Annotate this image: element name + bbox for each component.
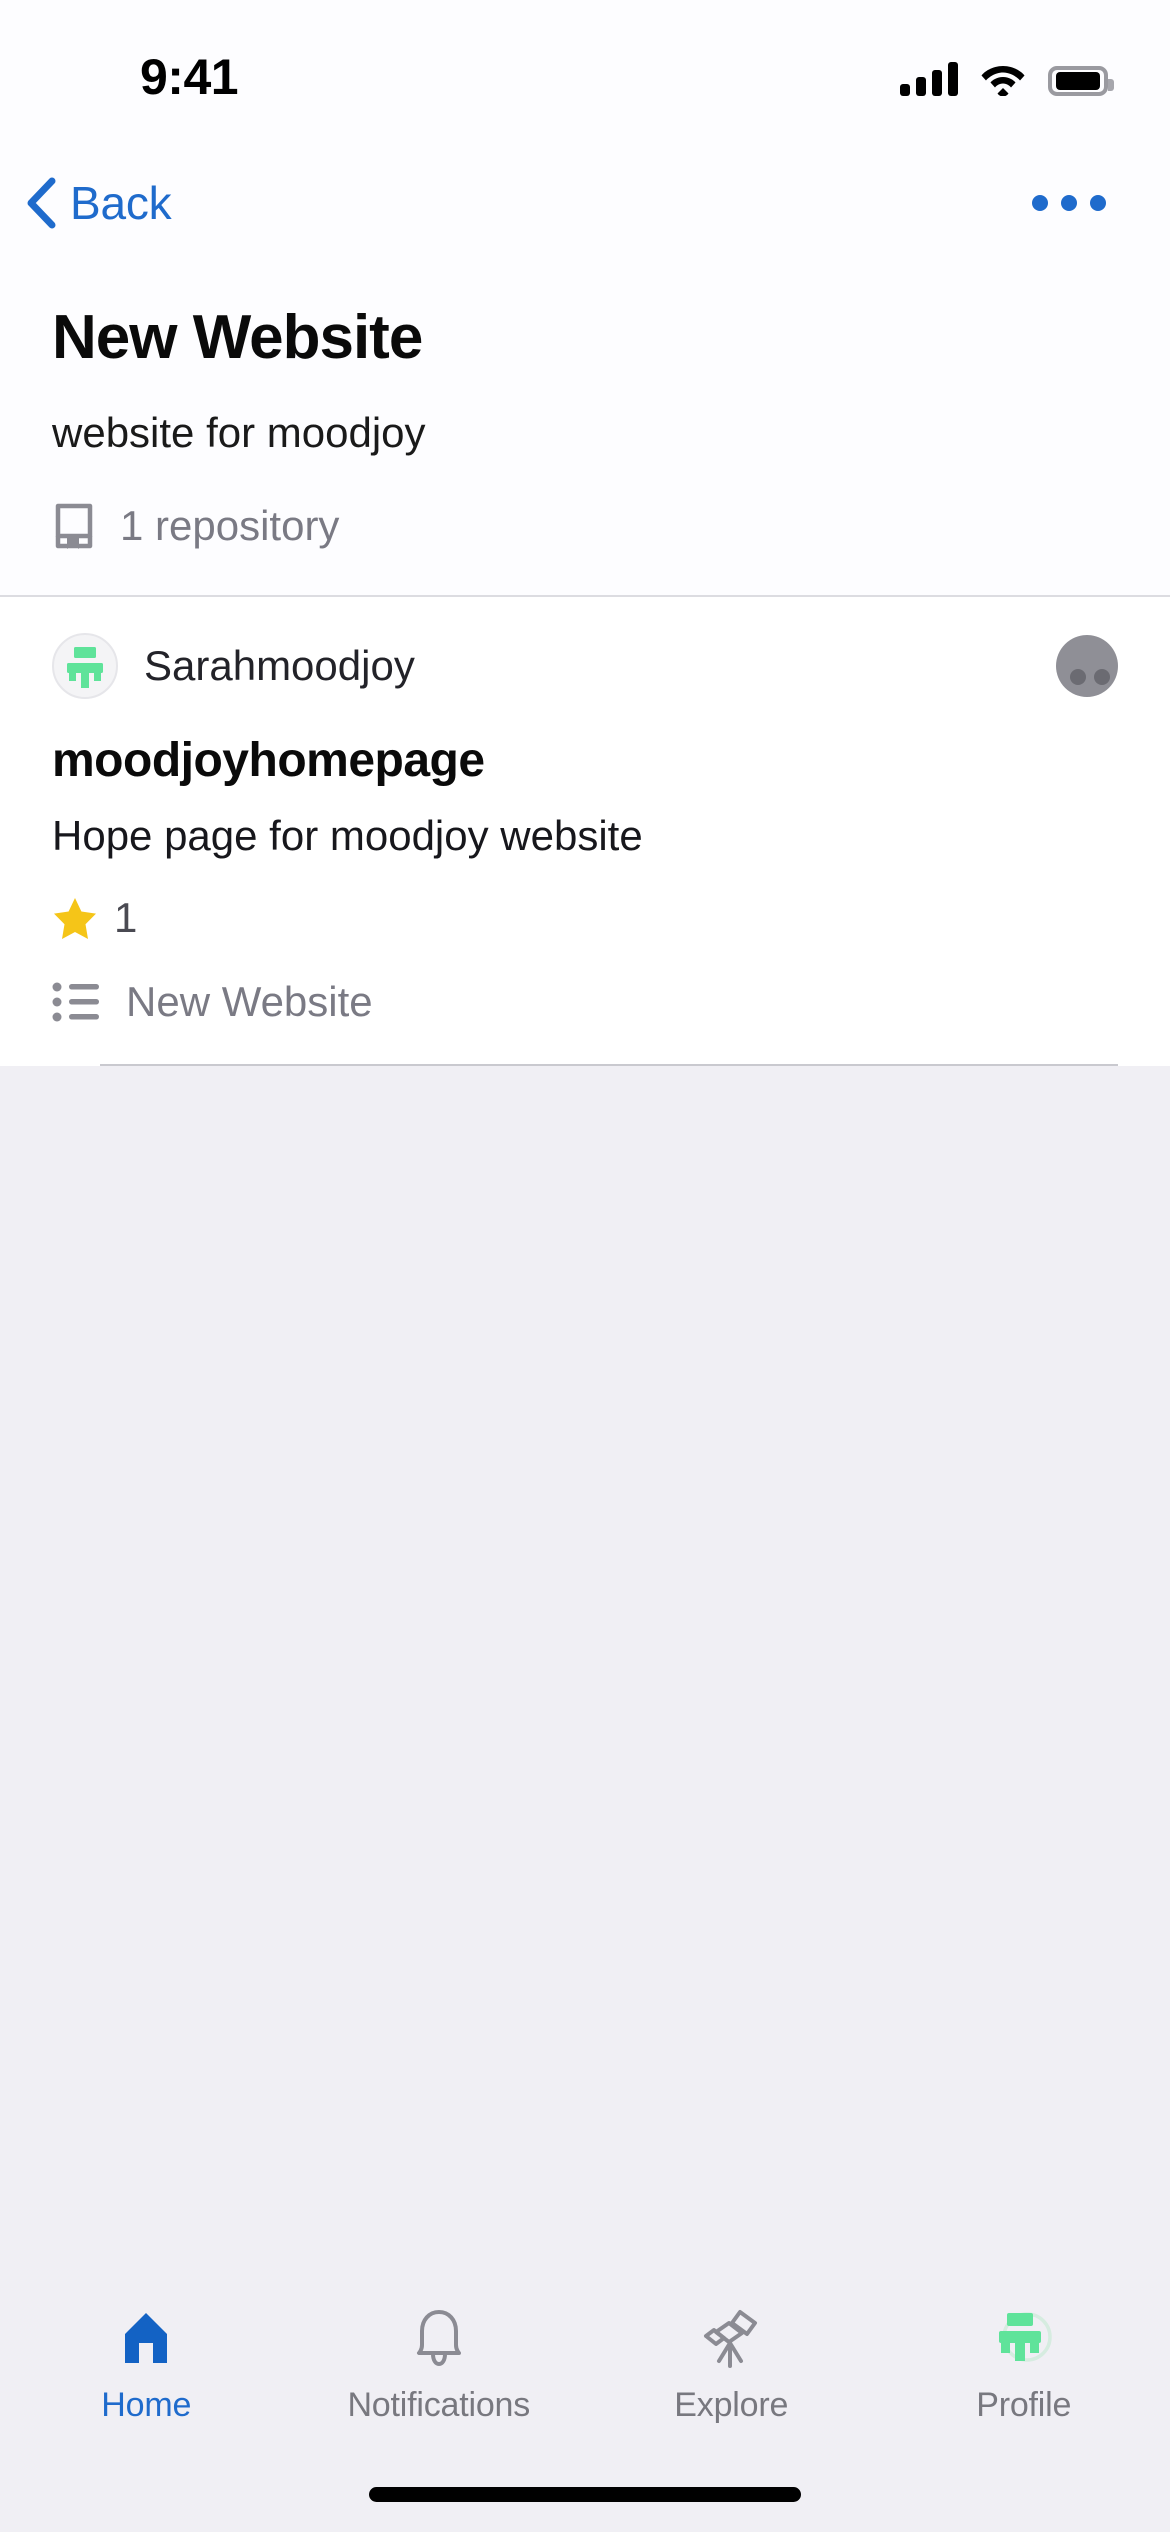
project-meta: 1 repository bbox=[52, 501, 1118, 551]
project-description: website for moodjoy bbox=[52, 409, 426, 457]
back-button-label: Back bbox=[70, 177, 172, 229]
star-count: 1 bbox=[114, 893, 138, 941]
tab-home-label: Home bbox=[101, 2386, 192, 2424]
more-horizontal-icon bbox=[1061, 195, 1077, 211]
project-header: New Website website for moodjoy 1 reposi… bbox=[0, 256, 1170, 597]
back-button[interactable]: Back bbox=[24, 176, 172, 230]
tab-home[interactable]: Home bbox=[0, 2306, 293, 2425]
user-avatar-placeholder[interactable] bbox=[1056, 634, 1118, 697]
more-horizontal-icon bbox=[1032, 195, 1048, 211]
wifi-icon bbox=[981, 66, 1025, 96]
repository-stars[interactable]: 1 bbox=[52, 894, 1118, 942]
tab-notifications-label: Notifications bbox=[347, 2386, 531, 2424]
profile-avatar-icon bbox=[991, 2306, 1057, 2370]
repository-icon bbox=[55, 503, 93, 549]
tab-profile-label: Profile bbox=[976, 2386, 1072, 2424]
home-icon bbox=[115, 2306, 177, 2370]
chevron-left-icon bbox=[27, 177, 56, 229]
moodjoy-logo-avatar bbox=[52, 632, 118, 699]
status-indicators bbox=[900, 52, 1114, 96]
tab-explore-label: Explore bbox=[674, 2386, 789, 2424]
status-bar: 9:41 bbox=[0, 0, 1170, 150]
card-divider bbox=[100, 1063, 1118, 1066]
app-screen: 9:41 Back New Website website for moodjo… bbox=[0, 0, 1170, 2532]
home-indicator[interactable] bbox=[369, 2486, 801, 2502]
tab-profile[interactable]: Profile bbox=[878, 2306, 1170, 2425]
unordered-list-icon bbox=[52, 982, 99, 1022]
repository-count-label: 1 repository bbox=[120, 501, 340, 549]
navigation-bar: Back bbox=[0, 150, 1170, 256]
tab-notifications[interactable]: Notifications bbox=[293, 2306, 586, 2425]
repository-list-row[interactable]: New Website bbox=[52, 978, 1118, 1064]
page-title: New Website bbox=[52, 303, 423, 372]
repository-owner-name: Sarahmoodjoy bbox=[144, 641, 415, 689]
repository-list-label: New Website bbox=[126, 977, 373, 1025]
battery-full-icon bbox=[1048, 66, 1114, 96]
bell-icon bbox=[410, 2306, 468, 2370]
cellular-bars-icon bbox=[900, 62, 958, 96]
more-horizontal-icon bbox=[1090, 195, 1106, 211]
repository-name[interactable]: moodjoyhomepage bbox=[52, 733, 1118, 788]
star-icon bbox=[54, 897, 96, 939]
telescope-icon bbox=[699, 2306, 763, 2370]
more-options-button[interactable] bbox=[1026, 177, 1112, 229]
status-time: 9:41 bbox=[140, 49, 239, 105]
repository-owner-row[interactable]: Sarahmoodjoy bbox=[52, 632, 1118, 699]
home-indicator-area bbox=[0, 2456, 1170, 2532]
tab-explore[interactable]: Explore bbox=[585, 2306, 878, 2425]
repository-description: Hope page for moodjoy website bbox=[52, 811, 643, 859]
tab-bar: Home Notifications Explore Profile bbox=[0, 2278, 1170, 2456]
content-area bbox=[0, 1065, 1170, 2278]
repository-card[interactable]: Sarahmoodjoy moodjoyhomepage Hope page f… bbox=[0, 596, 1170, 1066]
